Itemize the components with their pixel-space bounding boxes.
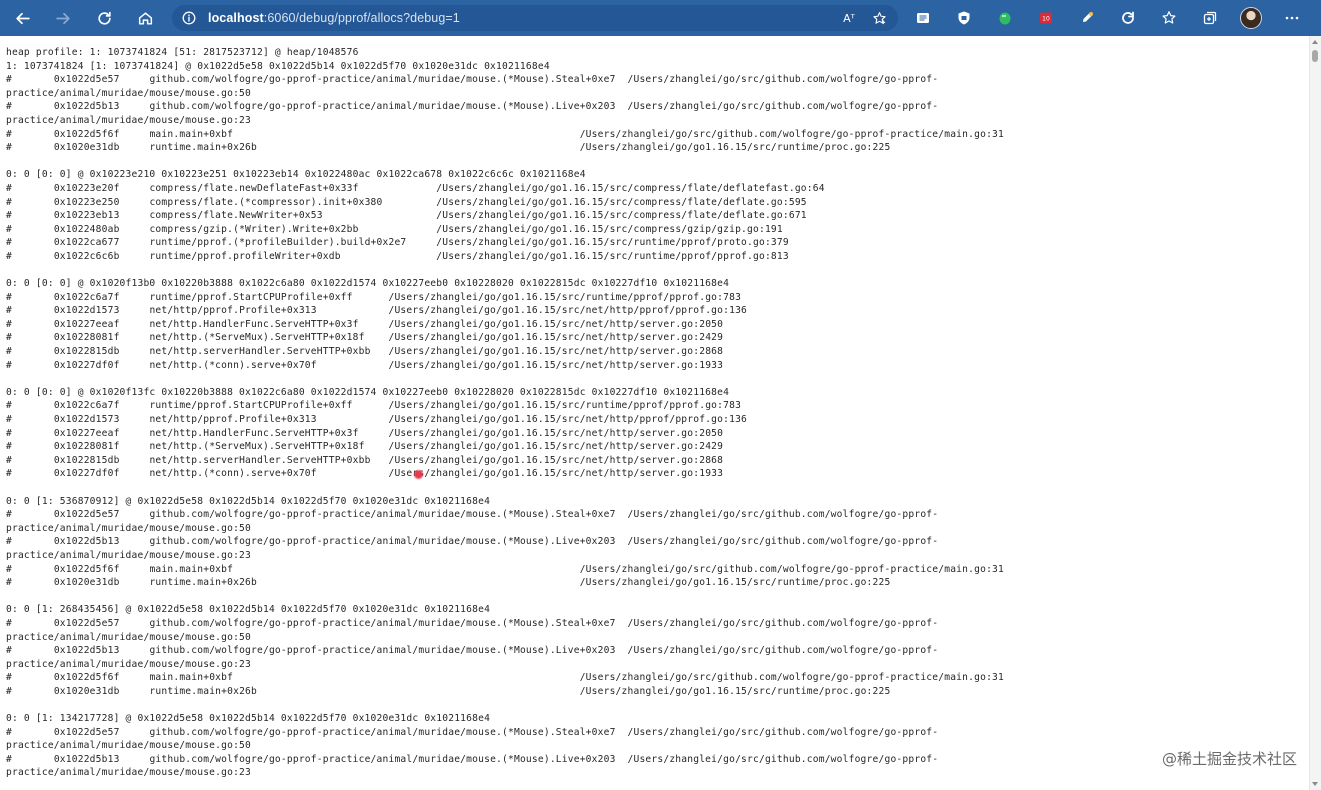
url-path: :6060/debug/pprof/allocs?debug=1 bbox=[263, 11, 460, 25]
profile-line: # 0x1022d5f6f main.main+0xbf /Users/zhan… bbox=[6, 128, 1004, 140]
profile-line: # 0x10228081f net/http.(*ServeMux).Serve… bbox=[6, 441, 724, 453]
profile-line: # 0x1022d1573 net/http/pprof.Profile+0x3… bbox=[6, 414, 748, 426]
forward-icon bbox=[55, 12, 70, 24]
profile-line: practice/animal/muridae/mouse/mouse.go:5… bbox=[6, 87, 252, 99]
scroll-down-arrow[interactable] bbox=[1312, 782, 1318, 786]
profile-line: # 0x1022d5e57 github.com/wolfogre/go-ppr… bbox=[6, 617, 939, 629]
profile-line: # 0x1022d5f6f main.main+0xbf /Users/zhan… bbox=[6, 672, 1004, 684]
profile-line: 0: 0 [0: 0] @ 0x1020f13b0 0x10220b3888 0… bbox=[6, 278, 730, 290]
profile-line: # 0x1022d5b13 github.com/wolfogre/go-ppr… bbox=[6, 101, 939, 113]
read-aloud-icon[interactable]: Aᵀ bbox=[840, 9, 858, 27]
profile-line: 0: 0 [1: 268435456] @ 0x1022d5e58 0x1022… bbox=[6, 604, 491, 616]
evernote-extension-icon[interactable] bbox=[994, 7, 1016, 29]
profile-line: # 0x10223e250 compress/flate.(*compresso… bbox=[6, 196, 807, 208]
profile-line: # 0x1022d5e57 github.com/wolfogre/go-ppr… bbox=[6, 74, 939, 86]
address-bar[interactable]: localhost:6060/debug/pprof/allocs?debug=… bbox=[172, 5, 898, 31]
profile-line: practice/animal/muridae/mouse/mouse.go:2… bbox=[6, 767, 252, 779]
reading-view-icon[interactable] bbox=[912, 7, 934, 29]
scroll-up-arrow[interactable] bbox=[1312, 40, 1318, 44]
profile-line: # 0x1022d5e57 github.com/wolfogre/go-ppr… bbox=[6, 509, 939, 521]
svg-text:10: 10 bbox=[1042, 16, 1050, 23]
shield-extension-icon[interactable] bbox=[953, 7, 975, 29]
profile-line: # 0x10227df0f net/http.(*conn).serve+0x7… bbox=[6, 468, 724, 480]
profile-line: # 0x1020e31db runtime.main+0x26b /Users/… bbox=[6, 577, 891, 589]
heap-profile-text: heap profile: 1: 1073741824 [51: 2817523… bbox=[0, 36, 1321, 780]
extension-toolbar: 10 bbox=[912, 7, 1303, 29]
url-host: localhost bbox=[208, 11, 264, 25]
profile-line: # 0x10227df0f net/http.(*conn).serve+0x7… bbox=[6, 359, 724, 371]
color-picker-extension-icon[interactable] bbox=[1076, 7, 1098, 29]
profile-line: # 0x10227eeaf net/http.HandlerFunc.Serve… bbox=[6, 427, 724, 439]
profile-line: # 0x1022c6a7f runtime/pprof.StartCPUProf… bbox=[6, 291, 742, 303]
profile-line: # 0x1020e31db runtime.main+0x26b /Users/… bbox=[6, 685, 891, 697]
back-icon bbox=[15, 12, 30, 24]
profile-line: # 0x10223eb13 compress/flate.NewWriter+0… bbox=[6, 210, 807, 222]
profile-line: # 0x1022d5b13 github.com/wolfogre/go-ppr… bbox=[6, 753, 939, 765]
vertical-scrollbar[interactable] bbox=[1309, 36, 1321, 790]
refresh-icon bbox=[97, 11, 111, 25]
profile-line: # 0x1022d5b13 github.com/wolfogre/go-ppr… bbox=[6, 536, 939, 548]
profile-line bbox=[6, 155, 1321, 169]
profile-line: practice/animal/muridae/mouse/mouse.go:2… bbox=[6, 658, 252, 670]
profile-line: # 0x1022480ab compress/gzip.(*Writer).Wr… bbox=[6, 223, 783, 235]
profile-line bbox=[6, 481, 1321, 495]
home-button[interactable] bbox=[133, 6, 157, 30]
profile-line: # 0x1022c6a7f runtime/pprof.StartCPUProf… bbox=[6, 400, 742, 412]
profile-line: # 0x10228081f net/http.(*ServeMux).Serve… bbox=[6, 332, 724, 344]
watermark: @稀土掘金技术社区 bbox=[1159, 747, 1299, 770]
browser-window: localhost:6060/debug/pprof/allocs?debug=… bbox=[0, 0, 1321, 790]
profile-line: 0: 0 [1: 536870912] @ 0x1022d5e58 0x1022… bbox=[6, 495, 491, 507]
profile-line: # 0x1022d5b13 github.com/wolfogre/go-ppr… bbox=[6, 645, 939, 657]
profile-line: # 0x1022ca677 runtime/pprof.(*profileBui… bbox=[6, 237, 789, 249]
profile-avatar[interactable] bbox=[1240, 7, 1262, 29]
profile-line: practice/animal/muridae/mouse/mouse.go:5… bbox=[6, 740, 252, 752]
more-icon[interactable] bbox=[1281, 7, 1303, 29]
mouse-cursor-indicator bbox=[413, 469, 424, 480]
home-icon bbox=[138, 11, 152, 25]
address-bar-actions: Aᵀ bbox=[840, 9, 888, 27]
record-extension-icon[interactable]: 10 bbox=[1035, 7, 1057, 29]
collections-icon[interactable] bbox=[1199, 7, 1221, 29]
profile-line: # 0x10227eeaf net/http.HandlerFunc.Serve… bbox=[6, 318, 724, 330]
profile-line: # 0x1022815db net/http.serverHandler.Ser… bbox=[6, 454, 724, 466]
profile-line: practice/animal/muridae/mouse/mouse.go:5… bbox=[6, 522, 252, 534]
profile-line: # 0x1022c6c6b runtime/pprof.profileWrite… bbox=[6, 250, 789, 262]
url-text[interactable]: localhost:6060/debug/pprof/allocs?debug=… bbox=[208, 11, 460, 25]
favorites-icon[interactable] bbox=[1158, 7, 1180, 29]
profile-line: practice/animal/muridae/mouse/mouse.go:2… bbox=[6, 549, 252, 561]
profile-line: 1: 1073741824 [1: 1073741824] @ 0x1022d5… bbox=[6, 60, 550, 72]
profile-line bbox=[6, 699, 1321, 713]
scroll-thumb[interactable] bbox=[1312, 50, 1318, 62]
profile-line: # 0x10223e20f compress/flate.newDeflateF… bbox=[6, 182, 825, 194]
profile-line: 0: 0 [0: 0] @ 0x1020f13fc 0x10220b3888 0… bbox=[6, 386, 730, 398]
profile-line bbox=[6, 590, 1321, 604]
profile-line bbox=[6, 372, 1321, 386]
page-content: heap profile: 1: 1073741824 [51: 2817523… bbox=[0, 36, 1321, 790]
profile-line: 0: 0 [1: 134217728] @ 0x1022d5e58 0x1022… bbox=[6, 713, 491, 725]
forward-button[interactable] bbox=[51, 6, 75, 30]
profile-line: # 0x1022d5e57 github.com/wolfogre/go-ppr… bbox=[6, 726, 939, 738]
profile-line: # 0x1022d5f6f main.main+0xbf /Users/zhan… bbox=[6, 563, 1004, 575]
extension-icon[interactable] bbox=[1117, 7, 1139, 29]
profile-line: heap profile: 1: 1073741824 [51: 2817523… bbox=[6, 47, 359, 58]
profile-line bbox=[6, 264, 1321, 278]
back-button[interactable] bbox=[10, 6, 34, 30]
profile-line: practice/animal/muridae/mouse/mouse.go:2… bbox=[6, 114, 252, 126]
profile-line: # 0x1022815db net/http.serverHandler.Ser… bbox=[6, 346, 724, 358]
browser-toolbar: localhost:6060/debug/pprof/allocs?debug=… bbox=[0, 0, 1321, 36]
refresh-button[interactable] bbox=[92, 6, 116, 30]
site-info-icon[interactable] bbox=[182, 11, 196, 25]
profile-line: practice/animal/muridae/mouse/mouse.go:5… bbox=[6, 631, 252, 643]
favorite-add-icon[interactable] bbox=[870, 9, 888, 27]
profile-line: # 0x1022d1573 net/http/pprof.Profile+0x3… bbox=[6, 305, 748, 317]
profile-line: # 0x1020e31db runtime.main+0x26b /Users/… bbox=[6, 142, 891, 154]
profile-line: 0: 0 [0: 0] @ 0x10223e210 0x10223e251 0x… bbox=[6, 169, 586, 181]
